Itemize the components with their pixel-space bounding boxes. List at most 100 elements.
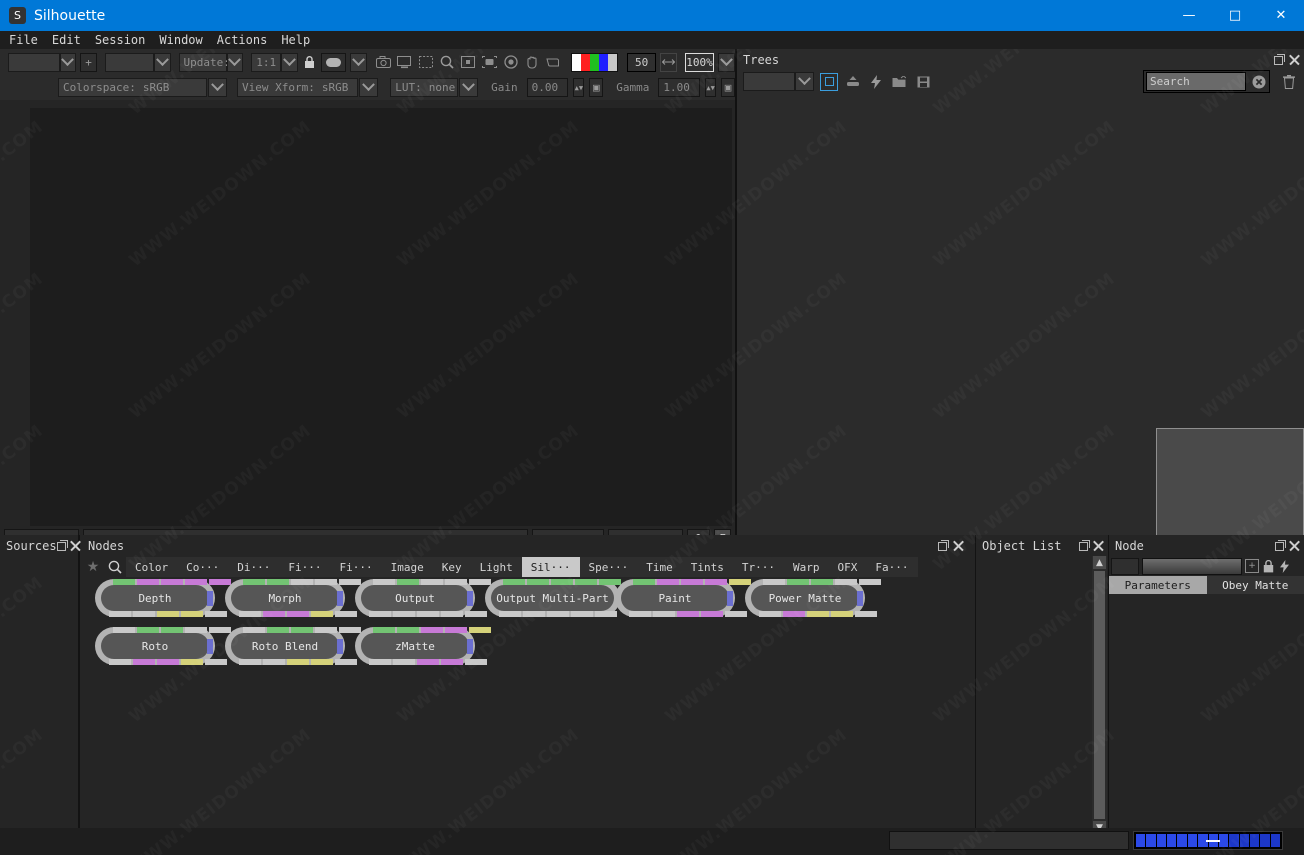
node-category-8[interactable]: Sil··· <box>521 557 580 577</box>
node-category-15[interactable]: Fa··· <box>866 557 917 577</box>
source-select[interactable] <box>8 52 60 72</box>
node-port[interactable] <box>417 611 439 617</box>
menu-item-help[interactable]: Help <box>281 33 310 47</box>
node-port[interactable] <box>855 611 877 617</box>
camera-icon[interactable] <box>375 56 392 68</box>
fit-icon[interactable] <box>460 56 477 68</box>
node-port[interactable] <box>523 611 545 617</box>
lut-select[interactable]: LUT: none <box>390 78 459 97</box>
node-category-7[interactable]: Light <box>471 557 522 577</box>
clear-circle-icon[interactable] <box>1251 75 1267 89</box>
gain-field[interactable]: 0.00 <box>526 78 569 97</box>
node-tile-7[interactable]: Roto Blend <box>225 627 361 665</box>
node-category-9[interactable]: Spe··· <box>580 557 638 577</box>
node-port[interactable] <box>571 611 593 617</box>
node-port[interactable] <box>311 659 333 665</box>
menu-item-session[interactable]: Session <box>95 33 146 47</box>
export-icon[interactable] <box>844 75 862 88</box>
node-category-1[interactable]: Co··· <box>177 557 228 577</box>
float-panel-icon[interactable] <box>1274 54 1285 65</box>
node-output-connector[interactable] <box>207 591 213 606</box>
node-output-connector[interactable] <box>467 591 473 606</box>
crop-icon[interactable] <box>545 56 562 68</box>
close-panel-icon[interactable] <box>1289 54 1300 65</box>
node-port[interactable] <box>239 611 261 617</box>
node-port[interactable] <box>831 611 853 617</box>
node-port[interactable] <box>677 611 699 617</box>
node-port[interactable] <box>547 611 569 617</box>
close-button[interactable]: ✕ <box>1258 0 1304 31</box>
zoom-level-field[interactable]: 100% <box>684 52 715 72</box>
close-panel-icon[interactable] <box>70 540 81 551</box>
aspect-ratio-arrow[interactable] <box>281 52 298 72</box>
gain-stepper[interactable]: ▲▼ <box>573 78 585 97</box>
node-output-connector[interactable] <box>207 639 213 654</box>
close-panel-icon[interactable] <box>1289 540 1300 551</box>
node-category-10[interactable]: Time <box>637 557 682 577</box>
node-port[interactable] <box>859 579 881 585</box>
search-icon[interactable] <box>104 560 126 574</box>
scroll-thumb[interactable] <box>1094 571 1105 819</box>
node-port[interactable] <box>287 659 309 665</box>
gamma-field[interactable]: 1.00 <box>658 78 701 97</box>
scroll-up-arrow[interactable]: ▲ <box>1093 556 1106 569</box>
node-output-connector[interactable] <box>337 591 343 606</box>
float-panel-icon[interactable] <box>938 540 949 551</box>
node-port[interactable] <box>109 611 131 617</box>
gamma-reset-button[interactable]: ▣ <box>721 78 735 97</box>
node-port[interactable] <box>441 659 463 665</box>
proxy-value-field[interactable]: 50 <box>627 52 657 72</box>
node-port[interactable] <box>311 611 333 617</box>
layer-select[interactable] <box>104 52 154 72</box>
node-port[interactable] <box>133 611 155 617</box>
arrows-horizontal-icon[interactable] <box>660 52 677 72</box>
update-mode-select[interactable]: Update: <box>178 52 230 72</box>
node-port[interactable] <box>157 659 179 665</box>
viewer-canvas[interactable] <box>30 108 732 526</box>
node-tile-4[interactable]: Paint <box>615 579 751 617</box>
layer-select-arrow[interactable] <box>153 52 171 72</box>
gain-reset-button[interactable]: ▣ <box>589 78 604 97</box>
node-category-3[interactable]: Fi··· <box>279 557 330 577</box>
zoom-level-arrow[interactable] <box>718 52 736 72</box>
node-port[interactable] <box>417 659 439 665</box>
pan-icon[interactable] <box>524 55 541 69</box>
node-output-connector[interactable] <box>467 639 473 654</box>
toggle-switch[interactable] <box>321 52 346 72</box>
save-icon[interactable] <box>914 76 932 88</box>
node-port[interactable] <box>629 611 651 617</box>
node-port[interactable] <box>181 659 203 665</box>
add-icon[interactable]: + <box>1245 559 1259 573</box>
node-tile-0[interactable]: Depth <box>95 579 231 617</box>
node-port[interactable] <box>287 611 309 617</box>
float-panel-icon[interactable] <box>1275 540 1286 551</box>
node-port[interactable] <box>783 611 805 617</box>
node-port[interactable] <box>157 611 179 617</box>
menu-item-file[interactable]: File <box>9 33 38 47</box>
node-port[interactable] <box>595 611 617 617</box>
lock-icon[interactable] <box>1262 559 1275 573</box>
source-select-arrow[interactable] <box>59 52 77 72</box>
channel-swatches[interactable] <box>571 52 619 72</box>
close-panel-icon[interactable] <box>1093 540 1104 551</box>
node-port[interactable] <box>109 659 131 665</box>
node-category-6[interactable]: Key <box>433 557 471 577</box>
node-category-2[interactable]: Di··· <box>228 557 279 577</box>
node-tile-1[interactable]: Morph <box>225 579 361 617</box>
new-tree-icon[interactable] <box>820 72 838 91</box>
add-source-button[interactable]: + <box>80 52 97 72</box>
node-port[interactable] <box>263 659 285 665</box>
node-tile-6[interactable]: Roto <box>95 627 231 665</box>
gamma-stepper[interactable]: ▲▼ <box>705 78 717 97</box>
float-panel-icon[interactable] <box>1079 540 1090 551</box>
tree-select-arrow[interactable] <box>795 72 814 91</box>
marquee-icon[interactable] <box>417 56 434 68</box>
lightning-icon[interactable] <box>1278 559 1290 573</box>
node-output-connector[interactable] <box>857 591 863 606</box>
node-port[interactable] <box>133 659 155 665</box>
folder-up-icon[interactable] <box>890 75 908 88</box>
trees-canvas[interactable] <box>737 93 1304 573</box>
menu-item-actions[interactable]: Actions <box>217 33 268 47</box>
node-port[interactable] <box>465 611 487 617</box>
close-panel-icon[interactable] <box>953 540 964 551</box>
